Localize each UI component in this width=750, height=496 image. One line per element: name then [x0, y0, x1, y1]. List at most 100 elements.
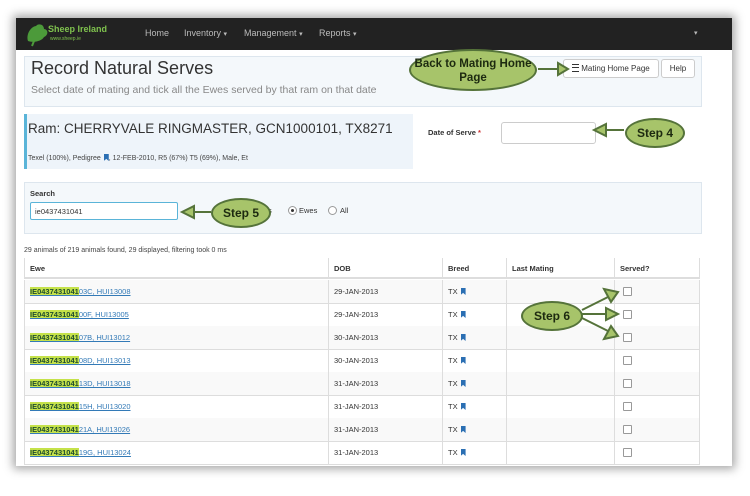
- radio-ewes[interactable]: [288, 206, 297, 215]
- col-ewe[interactable]: Ewe: [24, 258, 329, 279]
- ewe-link[interactable]: IE043743104121A, HUI13026: [30, 425, 130, 434]
- served-cell: [615, 280, 700, 303]
- search-highlight: IE0437431041: [30, 402, 79, 411]
- nav-inventory[interactable]: Inventory ▾: [184, 28, 227, 38]
- col-breed[interactable]: Breed: [443, 258, 507, 279]
- bookmark-icon: [460, 380, 466, 387]
- ewe-tag-suffix: 07B, HUI13012: [78, 333, 131, 342]
- served-cell: [615, 303, 700, 326]
- ewe-cell: IE043743104119G, HUI13024: [24, 441, 329, 464]
- served-checkbox[interactable]: [623, 402, 632, 411]
- served-checkbox[interactable]: [623, 379, 632, 388]
- served-checkbox[interactable]: [623, 356, 632, 365]
- breed-cell: TX: [443, 395, 507, 418]
- date-label-text: Date of Serve: [428, 128, 476, 137]
- ewe-link[interactable]: IE043743104107B, HUI13012: [30, 333, 130, 342]
- mating-home-button[interactable]: Mating Home Page: [563, 59, 659, 78]
- ewe-cell: IE043743104100F, HUI13005: [24, 303, 329, 326]
- served-checkbox[interactable]: [623, 425, 632, 434]
- dob-cell: 30-JAN-2013: [329, 349, 443, 372]
- table-row: IE043743104103C, HUI13008 29-JAN-2013 TX: [24, 280, 700, 304]
- breed-text: TX: [448, 287, 458, 296]
- nav-reports[interactable]: Reports ▾: [319, 28, 357, 38]
- last-mating-cell: [507, 349, 615, 372]
- logo-url: www.sheep.ie: [50, 36, 81, 42]
- bookmark-icon: [460, 334, 466, 341]
- served-cell: [615, 418, 700, 441]
- col-dob[interactable]: DOB: [329, 258, 443, 279]
- search-highlight: IE0437431041: [30, 356, 79, 365]
- nav-home[interactable]: Home: [145, 28, 169, 38]
- ewe-link[interactable]: IE043743104115H, HUI13020: [30, 402, 131, 411]
- ewe-link[interactable]: IE043743104108D, HUI13013: [30, 356, 131, 365]
- ewe-tag-suffix: 00F, HUI13005: [78, 310, 129, 319]
- search-highlight: IE0437431041: [30, 379, 79, 388]
- ewe-cell: IE043743104113D, HUI13018: [24, 372, 329, 395]
- bookmark-icon: [460, 311, 466, 318]
- ewe-cell: IE043743104108D, HUI13013: [24, 349, 329, 372]
- last-mating-cell: [507, 441, 615, 464]
- table-row: IE043743104115H, HUI13020 31-JAN-2013 TX: [24, 395, 700, 419]
- logo-text: Sheep Ireland: [48, 24, 108, 34]
- ewe-link[interactable]: IE043743104119G, HUI13024: [30, 448, 131, 457]
- last-mating-cell: [507, 418, 615, 441]
- dob-cell: 31-JAN-2013: [329, 418, 443, 441]
- dob-cell: 29-JAN-2013: [329, 280, 443, 303]
- dob-cell: 30-JAN-2013: [329, 326, 443, 349]
- col-last-mating[interactable]: Last Mating: [507, 258, 615, 279]
- served-cell: [615, 326, 700, 349]
- nav-reports-label: Reports: [319, 28, 351, 38]
- breed-text: TX: [448, 333, 458, 342]
- date-of-serve-input[interactable]: [501, 122, 596, 144]
- served-cell: [615, 372, 700, 395]
- ram-details: 12-FEB-2010, R5 (67%) T5 (69%), Male, Et: [112, 155, 248, 162]
- dob-cell: 31-JAN-2013: [329, 441, 443, 464]
- dob-cell: 29-JAN-2013: [329, 303, 443, 326]
- last-mating-cell: [507, 395, 615, 418]
- user-menu-caret-icon[interactable]: ▾: [694, 29, 698, 37]
- radio-all[interactable]: [328, 206, 337, 215]
- served-checkbox[interactable]: [623, 448, 632, 457]
- served-checkbox[interactable]: [623, 333, 632, 342]
- ram-meta: Texel (100%), Pedigree, 12-FEB-2010, R5 …: [28, 154, 248, 162]
- ewe-link[interactable]: IE043743104100F, HUI13005: [30, 310, 129, 319]
- bookmark-icon: [460, 357, 466, 364]
- table-row: IE043743104121A, HUI13026 31-JAN-2013 TX: [24, 418, 700, 442]
- help-button[interactable]: Help: [661, 59, 695, 78]
- bookmark-icon: [103, 154, 109, 161]
- last-mating-cell: [507, 280, 615, 303]
- breed-text: TX: [448, 448, 458, 457]
- ewe-link[interactable]: IE043743104103C, HUI13008: [30, 287, 131, 296]
- nav-management[interactable]: Management ▾: [244, 28, 303, 38]
- nav-management-label: Management: [244, 28, 297, 38]
- breed-text: TX: [448, 379, 458, 388]
- breed-text: TX: [448, 402, 458, 411]
- bookmark-icon: [460, 449, 466, 456]
- search-input[interactable]: ie0437431041: [30, 202, 178, 220]
- breed-cell: TX: [443, 418, 507, 441]
- breed-text: TX: [448, 310, 458, 319]
- last-mating-cell: [507, 372, 615, 395]
- ram-name: Ram: CHERRYVALE RINGMASTER, GCN1000101, …: [28, 121, 393, 136]
- ewe-cell: IE043743104107B, HUI13012: [24, 326, 329, 349]
- breed-cell: TX: [443, 349, 507, 372]
- ewe-link[interactable]: IE043743104113D, HUI13018: [30, 379, 131, 388]
- sheep-ireland-logo[interactable]: Sheep Ireland www.sheep.ie: [24, 21, 114, 47]
- breed-cell: TX: [443, 326, 507, 349]
- served-cell: [615, 395, 700, 418]
- radio-all-label: All: [340, 206, 349, 215]
- served-checkbox[interactable]: [623, 310, 632, 319]
- breed-cell: TX: [443, 372, 507, 395]
- search-highlight: IE0437431041: [30, 425, 79, 434]
- ewe-cell: IE043743104121A, HUI13026: [24, 418, 329, 441]
- col-served[interactable]: Served?: [615, 258, 700, 279]
- table-row: IE043743104107B, HUI13012 30-JAN-2013 TX: [24, 326, 700, 350]
- date-of-serve-label: Date of Serve *: [428, 128, 481, 137]
- required-marker: *: [478, 128, 481, 137]
- table-row: IE043743104113D, HUI13018 31-JAN-2013 TX: [24, 372, 700, 396]
- search-highlight: IE0437431041: [30, 448, 79, 457]
- ewe-cell: IE043743104103C, HUI13008: [24, 280, 329, 303]
- chevron-down-icon: ▾: [353, 31, 357, 38]
- ewe-cell: IE043743104115H, HUI13020: [24, 395, 329, 418]
- served-checkbox[interactable]: [623, 287, 632, 296]
